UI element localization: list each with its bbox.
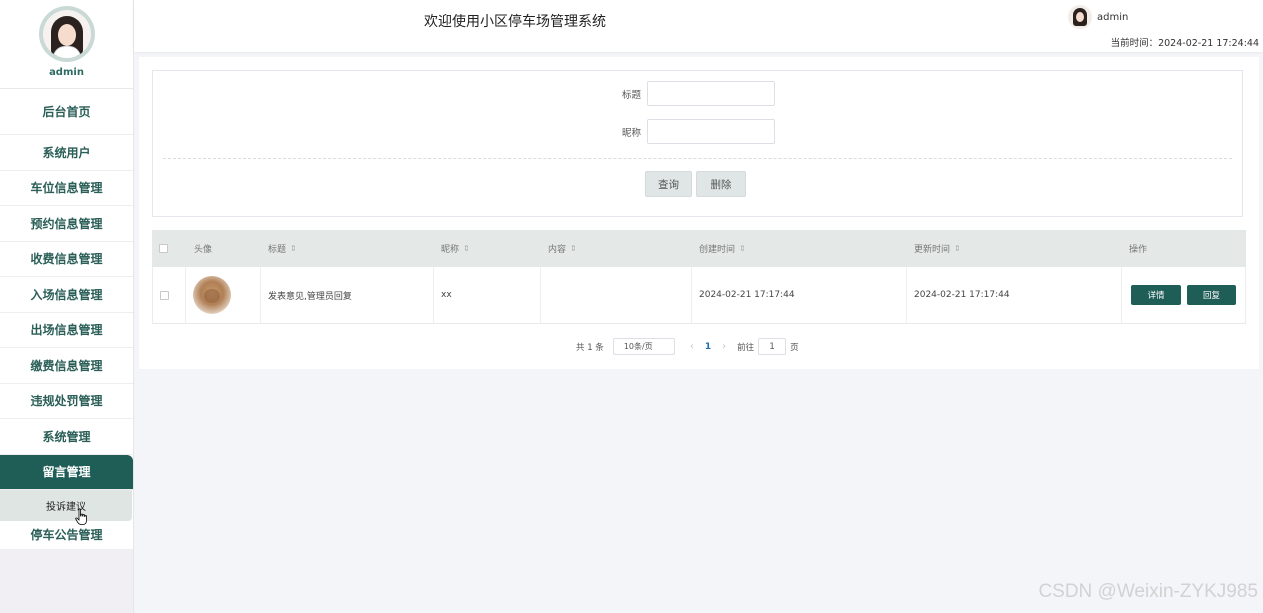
profile-card: admin [0,0,133,89]
detail-button[interactable]: 详情 [1131,285,1181,305]
header-checkbox-cell [152,230,186,267]
nickname-input[interactable] [647,119,775,144]
sort-icon[interactable]: ⇕ [954,244,961,253]
row-updated: 2024-02-21 17:17:44 [907,267,1122,323]
current-time: 当前时间：2024-02-21 17:24:44 [1110,38,1259,49]
sidebar-menu: admin 后台首页 系统用户 车位信息管理 预约信息管理 收费信息管理 入场信… [0,0,133,550]
delete-button[interactable]: 删除 [696,171,746,197]
column-content[interactable]: 内容 ⇕ [541,230,692,267]
sidebar-item-parking-space[interactable]: 车位信息管理 [0,171,133,206]
row-avatar-cell [186,267,261,323]
row-content [541,267,692,323]
sidebar-item-messages[interactable]: 留言管理 [0,454,133,490]
row-nickname: xx [434,267,541,323]
nickname-form-row: 昵称 [593,119,775,144]
submenu-item-complaints[interactable]: 投诉建议 [0,489,132,521]
table-row: 发表意见,管理员回复 xx 2024-02-21 17:17:44 2024-0… [152,267,1246,324]
goto-prefix: 前往 [737,342,755,353]
column-created-label: 创建时间 [699,245,736,255]
row-checkbox-cell [153,267,186,323]
column-avatar: 头像 [194,245,213,255]
pagination-total: 共 1 条 [576,342,604,353]
sidebar-item-exit[interactable]: 出场信息管理 [0,313,133,348]
sort-icon[interactable]: ⇕ [570,244,577,253]
title-input[interactable] [647,81,775,106]
query-button[interactable]: 查询 [645,171,692,197]
watermark: CSDN @Weixin-ZYKJ985 [1038,581,1258,602]
teddy-bear-avatar [193,276,231,314]
table-header: 头像 标题 ⇕ 昵称 ⇕ 内容 ⇕ 创建时间 ⇕ 更新时间 ⇕ 操作 [152,230,1246,267]
sidebar-item-parking-notice[interactable]: 停车公告管理 [0,521,133,550]
row-checkbox[interactable] [160,290,169,300]
header-user-menu[interactable]: admin [1068,5,1128,29]
row-actions: 详情 回复 [1122,267,1245,323]
row-created: 2024-02-21 17:17:44 [692,267,907,323]
sidebar-item-payment[interactable]: 缴费信息管理 [0,348,133,384]
sort-icon[interactable]: ⇕ [463,244,470,253]
reply-button[interactable]: 回复 [1187,285,1236,305]
sidebar-item-charging[interactable]: 收费信息管理 [0,242,133,277]
page-size-value: 10条/页 [623,342,653,351]
profile-username: admin [49,67,84,78]
column-actions: 操作 [1129,245,1148,255]
form-divider [163,158,1232,159]
column-content-label: 内容 [548,245,567,255]
sidebar-item-home[interactable]: 后台首页 [0,89,133,135]
sidebar-item-entry[interactable]: 入场信息管理 [0,277,133,313]
sidebar-item-reservation[interactable]: 预约信息管理 [0,206,133,242]
title-form-row: 标题 [593,81,775,106]
page-title: 欢迎使用小区停车场管理系统 [424,14,606,30]
goto-page-value: 1 [769,341,775,352]
title-label: 标题 [621,89,641,101]
sidebar-item-system-management[interactable]: 系统管理 [0,419,133,455]
sort-icon[interactable]: ⇕ [739,244,746,253]
sidebar-item-system-users[interactable]: 系统用户 [0,135,133,171]
column-created[interactable]: 创建时间 ⇕ [692,230,907,267]
sidebar-item-violation[interactable]: 违规处罚管理 [0,384,133,419]
goto-suffix: 页 [790,342,799,353]
page-number-current[interactable]: 1 [705,342,711,352]
messages-table: 头像 标题 ⇕ 昵称 ⇕ 内容 ⇕ 创建时间 ⇕ 更新时间 ⇕ 操作 发表意见,管理员回复… [152,230,1246,324]
row-title: 发表意见,管理员回复 [261,267,434,323]
page-size-select[interactable]: 10条/页 [612,338,675,355]
column-title[interactable]: 标题 ⇕ [261,230,434,267]
column-nickname[interactable]: 昵称 ⇕ [434,230,541,267]
top-header: 欢迎使用小区停车场管理系统 admin 当前时间：2024-02-21 17:2… [134,0,1263,52]
goto-page-input[interactable]: 1 [758,338,787,355]
next-page-icon[interactable]: › [722,341,726,352]
prev-page-icon[interactable]: ‹ [690,341,694,352]
main-content: 标题 昵称 查询 删除 头像 标题 ⇕ 昵称 ⇕ 内容 ⇕ 创建时间 ⇕ 更新时间 ⇕ 操… [139,57,1259,369]
sort-icon[interactable]: ⇕ [290,244,297,253]
header-avatar[interactable] [1068,5,1092,29]
column-title-label: 标题 [268,245,287,255]
avatar[interactable] [38,6,95,62]
search-form: 标题 昵称 查询 删除 [152,70,1243,217]
pagination: 共 1 条 10条/页 ‹ 1 › 前往 1 页 [576,338,799,355]
column-nickname-label: 昵称 [441,245,460,255]
header-username[interactable]: admin [1097,12,1128,23]
nickname-label: 昵称 [621,127,641,139]
avatar-image [42,10,91,58]
column-updated-label: 更新时间 [914,245,951,255]
hand-cursor-icon [75,508,87,525]
column-updated[interactable]: 更新时间 ⇕ [907,230,1122,267]
select-all-checkbox[interactable] [159,244,168,253]
sidebar: admin 后台首页 系统用户 车位信息管理 预约信息管理 收费信息管理 入场信… [0,0,134,613]
